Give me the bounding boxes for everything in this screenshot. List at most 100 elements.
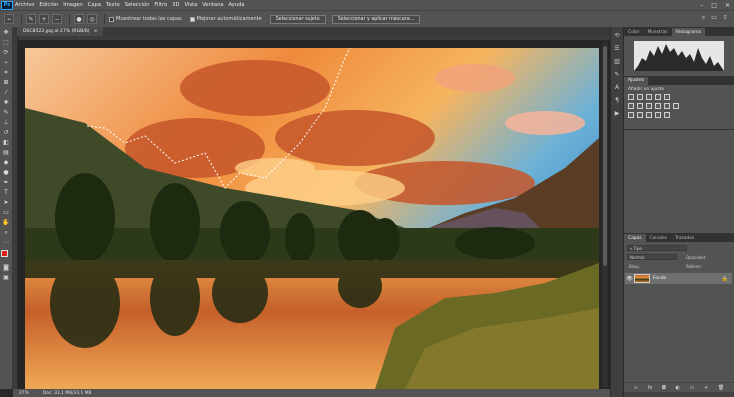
document-size[interactable]: Doc: 33,1 MB/33,1 MB — [43, 391, 92, 396]
pen-tool-icon[interactable]: ✒ — [2, 178, 11, 187]
color-balance-icon[interactable] — [637, 103, 643, 109]
more-tools-icon[interactable]: ⋯ — [2, 238, 11, 247]
opacity-field[interactable]: Opacidad: — [684, 254, 730, 260]
quick-selection-icon[interactable]: ⌁ — [2, 58, 11, 67]
gradient-tool-icon[interactable]: ▤ — [2, 148, 11, 157]
photoshop-logo[interactable]: Ps — [1, 0, 13, 10]
gradient-map-icon[interactable] — [655, 112, 661, 118]
quick-selection-tool-icon[interactable]: ⌁ — [4, 14, 14, 24]
tab-canales[interactable]: Canales — [646, 234, 671, 242]
layer-name[interactable]: Fondo — [653, 276, 666, 281]
close-tab-icon[interactable]: × — [94, 29, 98, 34]
layer-row-fondo[interactable]: 👁 Fondo 🔒 — [625, 273, 732, 284]
tab-histograma[interactable]: Histograma — [671, 28, 706, 36]
new-group-icon[interactable]: ▭ — [690, 385, 695, 391]
posterize-icon[interactable] — [637, 112, 643, 118]
channel-mixer-icon[interactable] — [664, 103, 670, 109]
share-icon[interactable]: ⇪ — [723, 14, 728, 22]
menu-3d[interactable]: 3D — [172, 2, 179, 8]
new-selection-icon[interactable]: ✎ — [26, 14, 36, 24]
delete-layer-icon[interactable]: 🗑 — [718, 385, 724, 391]
link-layers-icon[interactable]: ∞ — [634, 385, 638, 391]
move-tool-icon[interactable]: ✥ — [2, 28, 11, 37]
eraser-tool-icon[interactable]: ◧ — [2, 138, 11, 147]
properties-panel-icon[interactable]: ☰ — [613, 44, 622, 53]
menu-capa[interactable]: Capa — [88, 2, 101, 8]
auto-enhance-checkbox[interactable]: Mejorar automáticamente — [189, 16, 262, 22]
blend-mode-select[interactable]: Normal — [627, 254, 677, 260]
curves-icon[interactable] — [646, 94, 652, 100]
close-button[interactable]: ✕ — [725, 2, 730, 9]
selective-color-icon[interactable] — [664, 112, 670, 118]
marquee-tool-icon[interactable]: ⬚ — [2, 38, 11, 47]
menu-ventana[interactable]: Ventana — [202, 2, 223, 8]
history-panel-icon[interactable]: ⟲ — [613, 31, 622, 40]
checkbox-box[interactable] — [189, 16, 195, 22]
menu-archivo[interactable]: Archivo — [15, 2, 34, 8]
new-adjustment-layer-icon[interactable]: ◐ — [676, 385, 680, 391]
menu-filtro[interactable]: Filtro — [154, 2, 167, 8]
search-icon[interactable]: ⌕ — [702, 14, 705, 22]
invert-icon[interactable] — [628, 112, 634, 118]
dodge-tool-icon[interactable]: ● — [2, 168, 11, 177]
color-swatches[interactable] — [0, 250, 12, 262]
photo-filter-icon[interactable] — [655, 103, 661, 109]
document-tab[interactable]: DSC8522.jpg al 27% (RGB/8) × — [17, 27, 104, 36]
brightness-contrast-icon[interactable] — [628, 94, 634, 100]
actions-panel-icon[interactable]: ▶ — [613, 109, 622, 118]
character-panel-icon[interactable]: A — [613, 83, 622, 92]
menu-ayuda[interactable]: Ayuda — [229, 2, 245, 8]
layer-style-icon[interactable]: fx — [648, 385, 653, 391]
frame-tool-icon[interactable]: ⊠ — [2, 78, 11, 87]
select-and-mask-button[interactable]: Seleccionar y aplicar máscara... — [331, 14, 421, 24]
blur-tool-icon[interactable]: ◆ — [2, 158, 11, 167]
sample-all-layers-checkbox[interactable]: Muestrear todas las capas — [109, 16, 182, 22]
type-tool-icon[interactable]: T — [2, 188, 11, 197]
black-white-icon[interactable] — [646, 103, 652, 109]
tab-muestras[interactable]: Muestras — [643, 28, 671, 36]
tab-capas[interactable]: Capas — [624, 234, 646, 242]
menu-seleccion[interactable]: Selección — [125, 2, 150, 8]
menu-texto[interactable]: Texto — [106, 2, 120, 8]
hand-tool-icon[interactable]: ✋ — [2, 218, 11, 227]
color-lookup-icon[interactable] — [673, 103, 679, 109]
path-selection-icon[interactable]: ➤ — [2, 198, 11, 207]
screen-mode-icon[interactable]: ▣ — [2, 273, 11, 282]
select-subject-button[interactable]: Seleccionar sujeto — [269, 14, 326, 24]
lasso-tool-icon[interactable]: ⟳ — [2, 48, 11, 57]
new-layer-icon[interactable]: + — [704, 385, 708, 391]
shape-tool-icon[interactable]: ▭ — [2, 208, 11, 217]
layer-filter-field[interactable]: ⌕ Tipo — [627, 245, 687, 251]
minimize-button[interactable]: – — [700, 2, 703, 9]
visibility-eye-icon[interactable]: 👁 — [625, 276, 634, 282]
clone-stamp-icon[interactable]: ⊥ — [2, 118, 11, 127]
workspace-icon[interactable]: ▭ — [711, 14, 717, 22]
menu-vista[interactable]: Vista — [184, 2, 197, 8]
quick-mask-icon[interactable]: ◙ — [2, 263, 11, 272]
vibrance-icon[interactable] — [664, 94, 670, 100]
maximize-button[interactable]: □ — [711, 2, 717, 9]
zoom-tool-icon[interactable]: ⌕ — [2, 228, 11, 237]
hue-saturation-icon[interactable] — [628, 103, 634, 109]
brush-angle-icon[interactable]: ◎ — [87, 14, 97, 24]
brush-panel-icon[interactable]: ✎ — [613, 70, 622, 79]
document-image[interactable] — [25, 48, 599, 389]
brush-size-icon[interactable]: ● — [74, 14, 84, 24]
fill-field[interactable]: Relleno: — [684, 263, 730, 269]
add-to-selection-icon[interactable]: + — [39, 14, 49, 24]
zoom-level[interactable]: 27% — [19, 391, 29, 396]
tab-trazados[interactable]: Trazados — [671, 234, 698, 242]
foreground-color-swatch[interactable] — [0, 250, 8, 257]
history-brush-icon[interactable]: ↺ — [2, 128, 11, 137]
vertical-scrollbar[interactable] — [602, 42, 608, 387]
libraries-panel-icon[interactable]: ▥ — [613, 57, 622, 66]
tab-color[interactable]: Color — [624, 28, 643, 36]
menu-imagen[interactable]: Imagen — [63, 2, 83, 8]
subtract-from-selection-icon[interactable]: − — [52, 14, 62, 24]
scrollbar-thumb[interactable] — [603, 46, 607, 266]
menu-edicion[interactable]: Edición — [39, 2, 58, 8]
eyedropper-tool-icon[interactable]: ⁄ — [2, 88, 11, 97]
levels-icon[interactable] — [637, 94, 643, 100]
brush-tool-icon[interactable]: ✎ — [2, 108, 11, 117]
exposure-icon[interactable] — [655, 94, 661, 100]
